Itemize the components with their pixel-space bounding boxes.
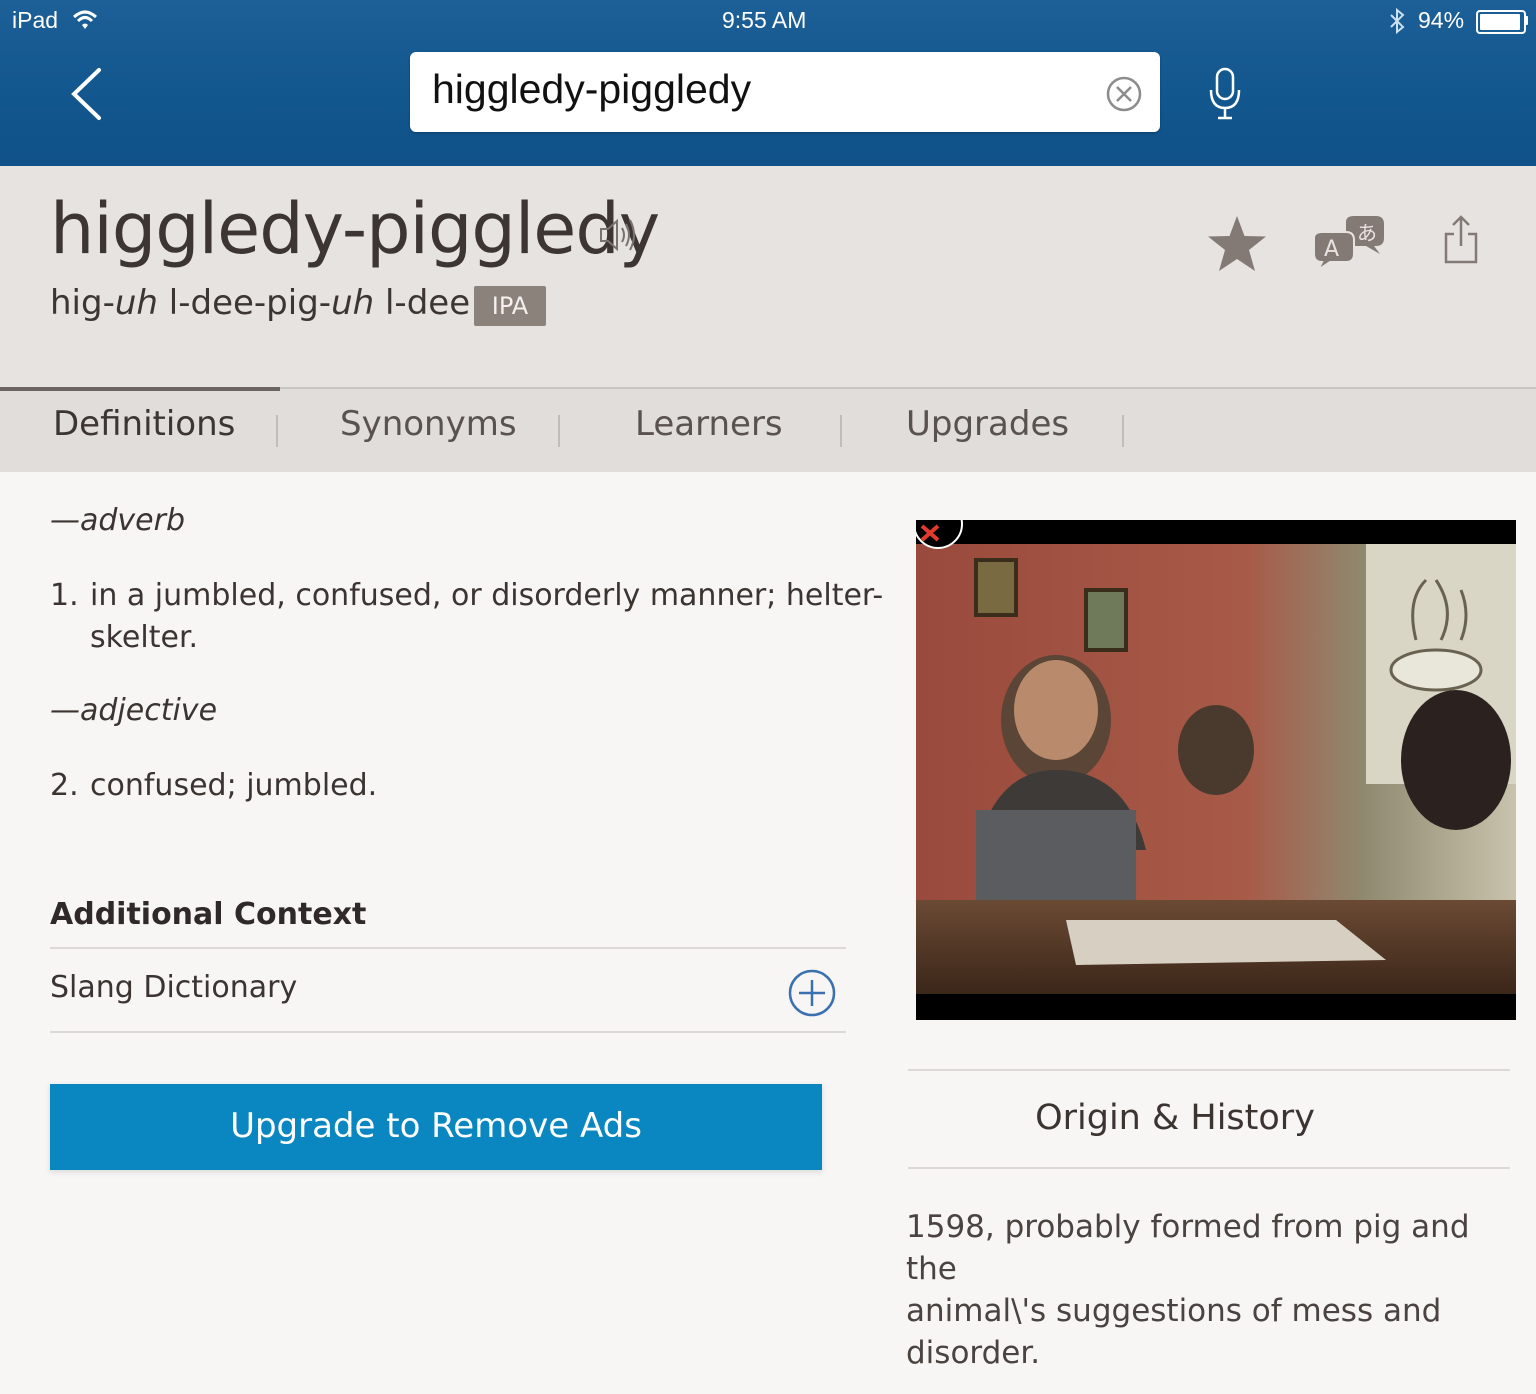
divider: [908, 1167, 1510, 1169]
tab-definitions[interactable]: Definitions: [53, 404, 235, 444]
expand-plus-icon[interactable]: [787, 968, 837, 1018]
ipa-toggle-button[interactable]: IPA: [474, 286, 546, 326]
tab-divider: [558, 415, 560, 447]
speaker-icon[interactable]: [598, 214, 640, 256]
divider: [50, 947, 846, 949]
divider: [908, 1069, 1510, 1071]
clear-search-icon[interactable]: [1105, 75, 1143, 113]
wifi-icon: [72, 10, 98, 29]
additional-context-heading: Additional Context: [50, 897, 367, 932]
status-time: 9:55 AM: [722, 7, 807, 33]
origin-line: disorder.: [906, 1335, 1041, 1371]
origin-history-heading[interactable]: Origin & History: [910, 1098, 1440, 1138]
tab-divider: [276, 415, 278, 447]
origin-line: 1598, probably formed from pig and the: [906, 1209, 1470, 1287]
video-frame-image: [916, 520, 1516, 1020]
part-of-speech-adjective: —adjective: [50, 693, 218, 728]
definition-text: in a jumbled, confused, or disorderly ma…: [90, 578, 884, 613]
origin-history-text: 1598, probably formed from pig and the a…: [906, 1206, 1506, 1374]
origin-line: animal\'s suggestions of mess and: [906, 1293, 1442, 1329]
tab-divider: [840, 415, 842, 447]
definition-text-continued: skelter.: [90, 620, 199, 655]
upgrade-remove-ads-button[interactable]: Upgrade to Remove Ads: [50, 1084, 822, 1170]
divider: [50, 1031, 846, 1033]
pronunciation: hig-uh l-dee-pig-uh l-dee: [50, 283, 471, 323]
bluetooth-icon: [1390, 8, 1405, 34]
part-of-speech-adverb: —adverb: [50, 503, 186, 538]
svg-text:A: A: [1324, 237, 1339, 262]
battery-percent: 94%: [1418, 7, 1465, 33]
favorite-star-icon[interactable]: [1206, 213, 1268, 273]
headword: higgledy-piggledy: [50, 188, 660, 270]
video-ad[interactable]: [916, 520, 1516, 1020]
active-tab-indicator: [0, 387, 280, 391]
battery-icon: [1476, 10, 1526, 34]
battery-tip: [1525, 16, 1528, 25]
tab-learners[interactable]: Learners: [635, 404, 783, 444]
search-input[interactable]: higgledy-piggledy: [432, 66, 751, 113]
translate-icon[interactable]: あ A: [1310, 216, 1388, 272]
svg-text:あ: あ: [1357, 221, 1377, 245]
definition-number: 2.: [50, 768, 79, 803]
definition-text: confused; jumbled.: [90, 768, 378, 803]
slang-dictionary-label[interactable]: Slang Dictionary: [50, 970, 297, 1005]
back-chevron-icon[interactable]: [62, 66, 112, 122]
microphone-icon[interactable]: [1208, 66, 1242, 122]
tab-upgrades[interactable]: Upgrades: [906, 404, 1069, 444]
share-icon[interactable]: [1440, 214, 1482, 266]
device-name: iPad: [12, 7, 59, 33]
tab-divider: [1122, 415, 1124, 447]
definition-number: 1.: [50, 578, 79, 613]
tab-synonyms[interactable]: Synonyms: [340, 404, 517, 444]
